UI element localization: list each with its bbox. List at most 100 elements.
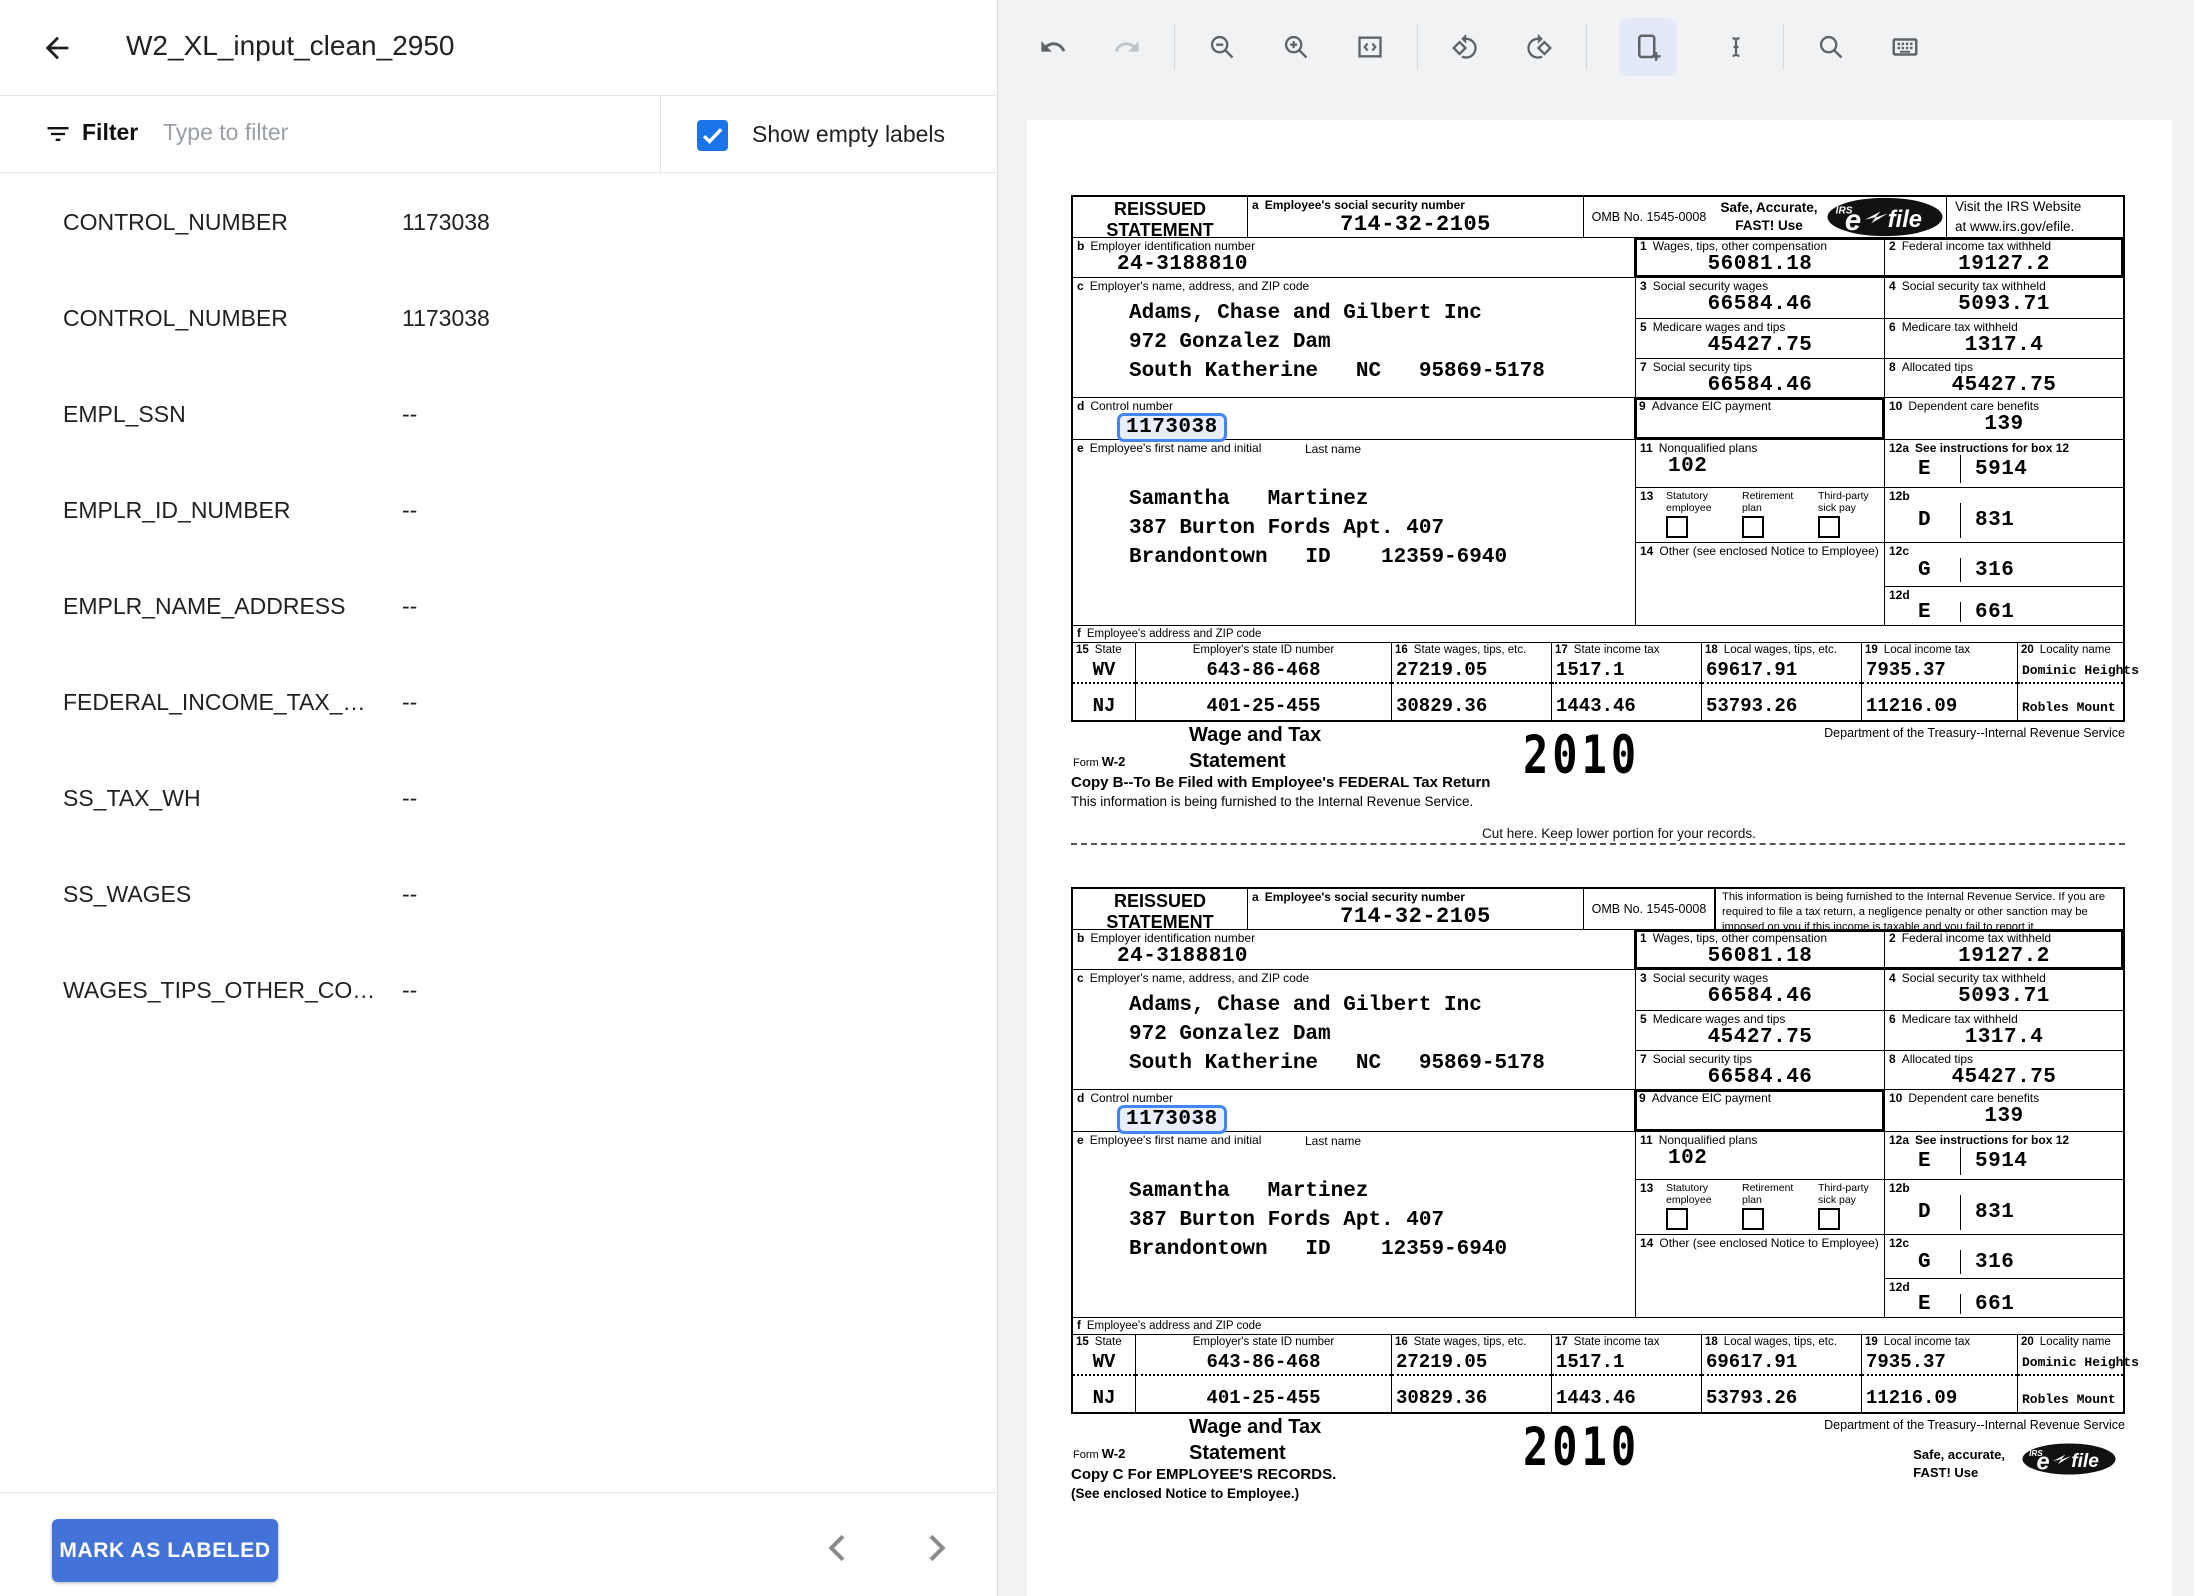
box-12c: 12c G316 [1884, 542, 2123, 586]
box-5-medicare-wages: 5Medicare wages and tips 45427.75 [1635, 1011, 1884, 1050]
box-14-other: 14Other (see enclosed Notice to Employee… [1635, 1234, 1884, 1318]
label-row[interactable]: EMPLR_NAME_ADDRESS-- [0, 557, 998, 653]
box-7-ss-tips: 7Social security tips 66584.46 [1635, 359, 1884, 398]
label-value: 1173038 [402, 209, 490, 269]
label-name: EMPLR_NAME_ADDRESS [63, 593, 402, 653]
add-bounding-box-icon[interactable] [1619, 18, 1677, 76]
box-7-ss-tips: 7Social security tips 66584.46 [1635, 1051, 1884, 1090]
rotate-right-icon[interactable] [1524, 32, 1554, 62]
label-row[interactable]: FEDERAL_INCOME_TAX_…-- [0, 653, 998, 749]
w2-form-copy-c: REISSUEDSTATEMENT aEmployee's social sec… [1071, 887, 2125, 1514]
fit-to-width-icon[interactable] [1355, 32, 1385, 62]
label-name: CONTROL_NUMBER [63, 209, 402, 269]
box-16-state-wages: 16State wages, tips, etc. 27219.05 30829… [1391, 1335, 1551, 1412]
box-10-dependent-care: 10Dependent care benefits 139 [1884, 1090, 2123, 1131]
divider [1586, 24, 1587, 70]
divider [660, 96, 661, 174]
w2-footer-copy-c: Form W-2 Wage and TaxStatement 2010 Depa… [1071, 1414, 2125, 1514]
control-number-annotation[interactable]: 1173038 [1117, 413, 1227, 442]
box-8-allocated-tips: 8Allocated tips 45427.75 [1884, 1051, 2123, 1090]
label-name: FEDERAL_INCOME_TAX_… [63, 689, 402, 749]
box-1-wages: 1Wages, tips, other compensation 56081.1… [1635, 238, 1884, 277]
mark-as-labeled-button[interactable]: MARK AS LABELED [52, 1519, 278, 1582]
label-panel: W2_XL_input_clean_2950 Filter Show empty… [0, 0, 998, 1596]
reissued-statement: REISSUEDSTATEMENT [1073, 889, 1247, 929]
box-2-federal-tax: 2Federal income tax withheld 19127.2 [1884, 930, 2123, 969]
filter-input[interactable] [163, 119, 633, 146]
keyboard-icon[interactable] [1890, 32, 1920, 62]
box-12d: 12d E661 [1884, 586, 2123, 626]
filter-icon [44, 120, 72, 148]
box-6-medicare-tax: 6Medicare tax withheld 1317.4 [1884, 319, 2123, 358]
back-arrow-icon[interactable] [40, 31, 74, 65]
tax-year: 2010 [1523, 724, 1640, 785]
box-16-state-wages: 16State wages, tips, etc. 27219.05 30829… [1391, 643, 1551, 720]
search-icon[interactable] [1816, 32, 1846, 62]
filter-bar: Filter Show empty labels [0, 95, 998, 173]
box-20-locality: 20Locality name Dominic Heights Robles M… [2017, 643, 2123, 720]
box-9-advance-eic: 9Advance EIC payment [1635, 1090, 1884, 1131]
box-1-wages: 1Wages, tips, other compensation 56081.1… [1635, 930, 1884, 969]
label-row[interactable]: WAGES_TIPS_OTHER_CO…-- [0, 941, 998, 1037]
show-empty-labels-checkbox[interactable] [697, 120, 728, 151]
header-right: OMB No. 1545-0008 This information is be… [1583, 889, 2123, 929]
box-3-ss-wages: 3Social security wages 66584.46 [1635, 970, 1884, 1010]
svg-text:file: file [2071, 1451, 2099, 1472]
document-title: W2_XL_input_clean_2950 [126, 30, 454, 62]
w2-footer-copy-b: Form W-2 Wage and TaxStatement 2010 Depa… [1071, 722, 2125, 822]
label-row[interactable]: EMPL_SSN-- [0, 365, 998, 461]
w2-form-copy-b: REISSUEDSTATEMENT aEmployee's social sec… [1071, 195, 2125, 822]
box-8-allocated-tips: 8Allocated tips 45427.75 [1884, 359, 2123, 398]
box-4-ss-tax: 4Social security tax withheld 5093.71 [1884, 278, 2123, 318]
label-name: SS_WAGES [63, 881, 402, 941]
label-row[interactable]: CONTROL_NUMBER1173038 [0, 269, 998, 365]
box-3-ss-wages: 3Social security wages 66584.46 [1635, 278, 1884, 318]
zoom-in-icon[interactable] [1281, 32, 1311, 62]
label-name: EMPL_SSN [63, 401, 402, 461]
box-12b: 12b D831 [1884, 487, 2123, 542]
box-14-other: 14Other (see enclosed Notice to Employee… [1635, 542, 1884, 626]
box-a-ssn: aEmployee's social security number 714-3… [1247, 889, 1583, 929]
redo-icon[interactable] [1112, 32, 1142, 62]
zoom-out-icon[interactable] [1207, 32, 1237, 62]
header-right: OMB No. 1545-0008 Safe, Accurate,FAST! U… [1583, 197, 2123, 237]
box-18-local-wages: 18Local wages, tips, etc. 69617.91 53793… [1701, 643, 1861, 720]
box-18-local-wages: 18Local wages, tips, etc. 69617.91 53793… [1701, 1335, 1861, 1412]
box-11-nonqualified: 11Nonqualified plans 102 [1635, 440, 1884, 487]
box-12a: 12aSee instructions for box 12 E5914 [1884, 1132, 2123, 1179]
employer-state-id: Employer's state ID number 643-86-468 40… [1135, 643, 1391, 720]
label-value: -- [402, 881, 417, 941]
box-b-ein: bEmployer identification number 24-31888… [1073, 930, 1635, 969]
box-12a: 12aSee instructions for box 12 E5914 [1884, 440, 2123, 487]
divider [1417, 24, 1418, 70]
label-row[interactable]: SS_WAGES-- [0, 845, 998, 941]
retirement-plan-checkbox [1742, 516, 1764, 538]
label-name: SS_TAX_WH [63, 785, 402, 845]
box-a-ssn: aEmployee's social security number 714-3… [1247, 197, 1583, 237]
rotate-left-icon[interactable] [1450, 32, 1480, 62]
previous-page-icon[interactable] [818, 1528, 858, 1568]
box-5-medicare-wages: 5Medicare wages and tips 45427.75 [1635, 319, 1884, 358]
box-17-state-tax: 17State income tax 1517.1 1443.46 [1551, 1335, 1701, 1412]
control-number-annotation[interactable]: 1173038 [1117, 1105, 1227, 1134]
box-4-ss-tax: 4Social security tax withheld 5093.71 [1884, 970, 2123, 1010]
label-row[interactable]: SS_TAX_WH-- [0, 749, 998, 845]
box-15-state: 15State WV NJ [1073, 643, 1135, 720]
undo-icon[interactable] [1038, 32, 1068, 62]
label-value: -- [402, 977, 417, 1037]
label-row[interactable]: CONTROL_NUMBER1173038 [0, 173, 998, 269]
label-row[interactable]: EMPLR_ID_NUMBER-- [0, 461, 998, 557]
statutory-employee-checkbox [1666, 1208, 1688, 1230]
box-f-employee-address: fEmployee's address and ZIP code [1073, 626, 2123, 642]
label-name: CONTROL_NUMBER [63, 305, 402, 365]
box-11-nonqualified: 11Nonqualified plans 102 [1635, 1132, 1884, 1179]
text-select-icon[interactable] [1721, 32, 1751, 62]
label-value: -- [402, 497, 417, 557]
retirement-plan-checkbox [1742, 1208, 1764, 1230]
divider [1783, 24, 1784, 70]
third-party-sick-pay-checkbox [1818, 516, 1840, 538]
box-d-control-number: dControl number 1173038 [1073, 1090, 1635, 1131]
next-page-icon[interactable] [916, 1528, 956, 1568]
reissued-statement: REISSUEDSTATEMENT [1073, 197, 1247, 237]
show-empty-labels-label: Show empty labels [752, 121, 945, 148]
